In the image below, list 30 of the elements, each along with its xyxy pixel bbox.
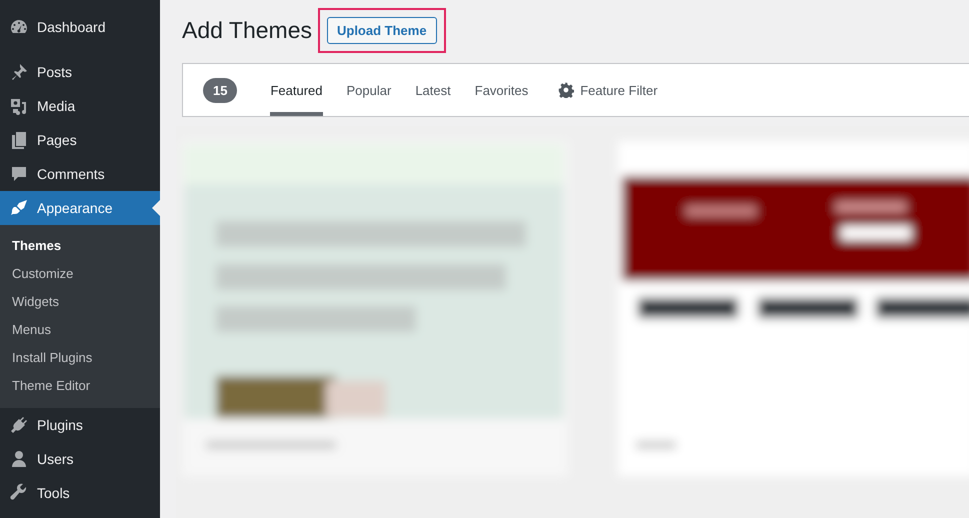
filter-tab[interactable]: Favorites bbox=[474, 64, 528, 116]
filter-tab[interactable]: Popular bbox=[346, 64, 392, 116]
submenu-item[interactable]: Install Plugins bbox=[0, 344, 160, 372]
pages-icon bbox=[9, 130, 29, 150]
submenu-item[interactable]: Widgets bbox=[0, 288, 160, 316]
menu-item[interactable]: Pages bbox=[0, 123, 160, 157]
theme-count: 15 bbox=[203, 78, 238, 102]
submenu-item[interactable]: Theme Editor bbox=[0, 372, 160, 400]
menu-item[interactable]: Media bbox=[0, 89, 160, 123]
feature-filter-link[interactable]: Feature Filter bbox=[558, 82, 658, 98]
menu-item[interactable]: Dashboard bbox=[0, 10, 160, 44]
menu-item[interactable]: Appearance bbox=[0, 191, 160, 225]
filter-tab[interactable]: Latest bbox=[415, 64, 451, 116]
menu-item[interactable]: Tools bbox=[0, 476, 160, 510]
menu-item[interactable]: Posts bbox=[0, 55, 160, 89]
submenu-item[interactable]: Customize bbox=[0, 260, 160, 288]
comment-icon bbox=[9, 164, 29, 184]
page-title: Add Themes bbox=[182, 17, 312, 45]
settings-icon bbox=[558, 82, 574, 98]
user-icon bbox=[9, 449, 29, 469]
plug-icon bbox=[9, 415, 29, 435]
menu-item[interactable]: Comments bbox=[0, 157, 160, 191]
menu-item[interactable]: Users bbox=[0, 442, 160, 476]
menu-item[interactable]: Plugins bbox=[0, 408, 160, 442]
submenu-item[interactable]: Themes bbox=[0, 232, 160, 260]
media-icon bbox=[9, 96, 29, 116]
paintbrush-icon bbox=[9, 198, 29, 218]
filter-tab[interactable]: Featured bbox=[270, 64, 323, 116]
submenu-item[interactable]: Menus bbox=[0, 316, 160, 344]
upload-theme-button[interactable]: Upload Theme bbox=[326, 17, 437, 44]
